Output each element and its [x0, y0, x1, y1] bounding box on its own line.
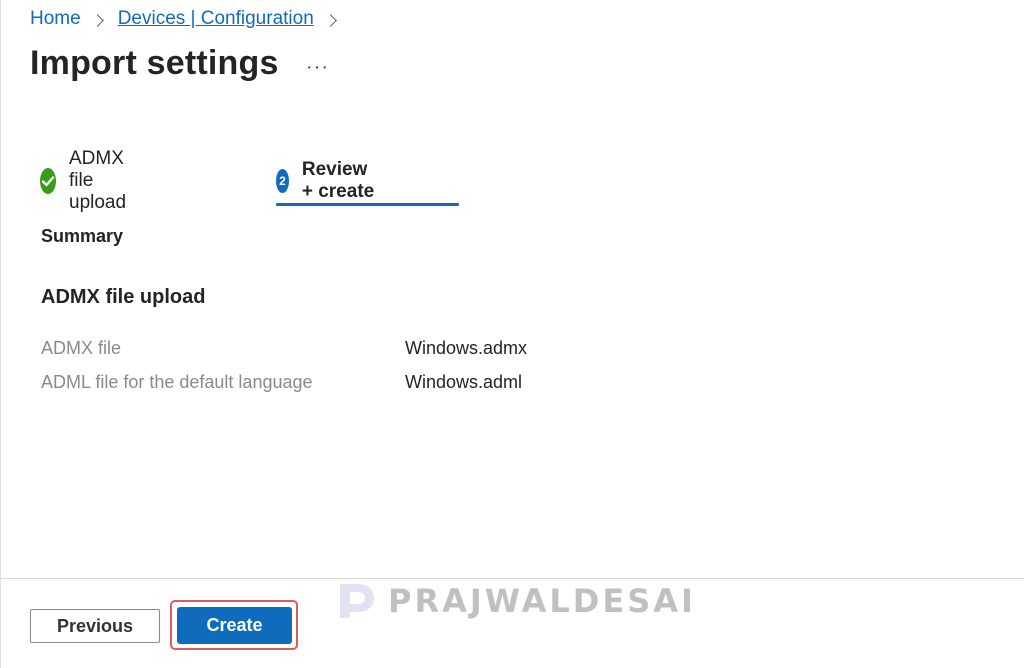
row-label: ADML file for the default language [41, 372, 313, 392]
page-title: Import settings [30, 44, 279, 82]
more-options-icon[interactable]: ··· [306, 56, 329, 79]
active-step-underline [276, 203, 459, 206]
step-admx-file-upload[interactable]: ADMX file upload [40, 148, 136, 213]
chevron-right-icon [90, 13, 104, 27]
step-review-create[interactable]: 2 Review + create [276, 159, 378, 202]
watermark-text: PRAJWALDESAI [388, 582, 696, 620]
section-title: ADMX file upload [41, 286, 206, 308]
checkmark-circle-icon [40, 168, 56, 194]
row-value: Windows.adml [405, 372, 523, 392]
step-number-badge: 2 [276, 169, 289, 193]
previous-button[interactable]: Previous [30, 609, 160, 643]
breadcrumb: Home Devices | Configuration [30, 8, 351, 30]
row-label: ADMX file [41, 338, 122, 358]
chevron-right-icon [323, 13, 337, 27]
watermark: PRAJWALDESAI [334, 578, 696, 624]
step-label: Review + create [301, 159, 375, 202]
create-button[interactable]: Create [177, 607, 292, 644]
watermark-logo-icon [340, 584, 374, 618]
breadcrumb-devices-configuration-link[interactable]: Devices | Configuration [118, 8, 314, 30]
breadcrumb-home-link[interactable]: Home [30, 8, 81, 30]
left-border [0, 0, 1, 668]
row-value: Windows.admx [405, 338, 528, 358]
summary-heading: Summary [41, 226, 124, 246]
step-label: ADMX file upload [69, 148, 127, 213]
